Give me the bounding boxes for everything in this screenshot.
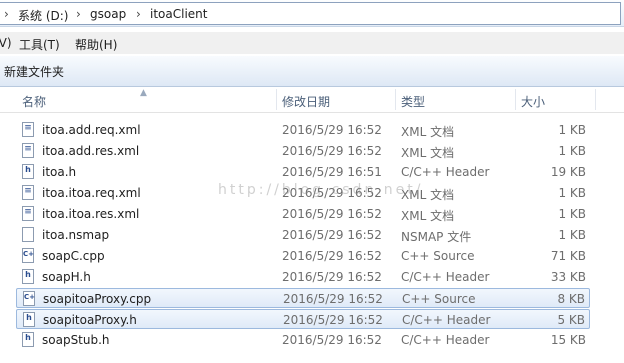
file-type: XML 文档 bbox=[401, 125, 455, 139]
file-size: 33 KB bbox=[550, 270, 586, 284]
file-name: itoa.itoa.res.xml bbox=[42, 207, 140, 221]
breadcrumb-separator[interactable]: › bbox=[76, 7, 81, 21]
column-header-size[interactable]: 大小 bbox=[521, 93, 545, 110]
address-box[interactable]: › 系统 (D:) › gsoap › itoaClient bbox=[0, 2, 621, 25]
header-file-icon bbox=[22, 164, 34, 179]
file-type: C/C++ Header bbox=[401, 333, 490, 347]
file-date: 2016/5/29 16:52 bbox=[282, 249, 382, 263]
menu-view[interactable]: (V) bbox=[0, 36, 12, 50]
file-row[interactable]: itoa.add.res.xml 2016/5/29 16:52 XML 文档 … bbox=[16, 141, 590, 161]
file-size: 71 KB bbox=[550, 249, 586, 263]
file-size: 8 KB bbox=[557, 292, 585, 306]
file-icon bbox=[22, 227, 34, 242]
sort-ascending-icon: ▲ bbox=[140, 88, 147, 98]
column-header-type[interactable]: 类型 bbox=[401, 93, 425, 110]
breadcrumb-itoaclient[interactable]: itoaClient bbox=[150, 7, 207, 21]
file-type: XML 文档 bbox=[401, 209, 455, 223]
file-name: soapC.cpp bbox=[42, 249, 105, 263]
file-row-selected[interactable]: soapitoaProxy.h 2016/5/29 16:52 C/C++ He… bbox=[16, 309, 590, 329]
column-divider[interactable] bbox=[276, 89, 277, 110]
file-name: itoa.h bbox=[42, 165, 77, 179]
file-date: 2016/5/29 16:52 bbox=[282, 144, 382, 158]
file-date: 2016/5/29 16:52 bbox=[283, 313, 383, 327]
file-type: C++ Source bbox=[402, 292, 476, 306]
file-type: C/C++ Header bbox=[401, 165, 490, 179]
file-type: NSMAP 文件 bbox=[401, 230, 472, 244]
file-date: 2016/5/29 16:52 bbox=[283, 292, 383, 306]
file-row[interactable]: itoa.h 2016/5/29 16:51 C/C++ Header 19 K… bbox=[16, 162, 590, 182]
column-headers: ▲ 名称 修改日期 类型 大小 bbox=[0, 87, 624, 113]
file-size: 15 KB bbox=[550, 333, 586, 347]
column-divider[interactable] bbox=[515, 89, 516, 110]
menu-help[interactable]: 帮助(H) bbox=[75, 36, 117, 53]
file-type: XML 文档 bbox=[401, 146, 455, 160]
file-name: itoa.nsmap bbox=[42, 228, 110, 242]
file-date: 2016/5/29 16:52 bbox=[282, 270, 382, 284]
header-file-icon bbox=[22, 332, 34, 347]
file-name: soapH.h bbox=[42, 270, 91, 284]
header-file-icon bbox=[23, 312, 35, 327]
xml-file-icon bbox=[22, 185, 34, 200]
file-date: 2016/5/29 16:52 bbox=[282, 228, 382, 242]
command-bar: 新建文件夹 bbox=[0, 56, 624, 87]
file-date: 2016/5/29 16:52 bbox=[282, 123, 382, 137]
file-date: 2016/5/29 16:52 bbox=[282, 333, 382, 347]
column-header-name[interactable]: 名称 bbox=[22, 93, 46, 110]
xml-file-icon bbox=[22, 143, 34, 158]
cpp-file-icon bbox=[22, 248, 34, 263]
file-row[interactable]: soapH.h 2016/5/29 16:52 C/C++ Header 33 … bbox=[16, 267, 590, 287]
header-file-icon bbox=[22, 269, 34, 284]
xml-file-icon bbox=[22, 122, 34, 137]
file-row[interactable]: itoa.itoa.res.xml 2016/5/29 16:52 XML 文档… bbox=[16, 204, 590, 224]
file-row[interactable]: itoa.nsmap 2016/5/29 16:52 NSMAP 文件 1 KB bbox=[16, 225, 590, 245]
breadcrumb-drive[interactable]: 系统 (D:) bbox=[18, 7, 68, 24]
breadcrumb-separator[interactable]: › bbox=[136, 7, 141, 21]
file-size: 1 KB bbox=[558, 228, 586, 242]
breadcrumb-separator[interactable]: › bbox=[4, 7, 9, 21]
address-bar[interactable]: › 系统 (D:) › gsoap › itoaClient bbox=[0, 0, 624, 27]
file-name: soapitoaProxy.cpp bbox=[43, 292, 152, 306]
file-name: itoa.add.res.xml bbox=[42, 144, 140, 158]
file-type: C/C++ Header bbox=[402, 313, 491, 327]
file-type: C++ Source bbox=[401, 249, 475, 263]
file-size: 5 KB bbox=[557, 313, 585, 327]
file-size: 1 KB bbox=[558, 207, 586, 221]
cpp-file-icon bbox=[23, 291, 35, 306]
file-size: 1 KB bbox=[558, 186, 586, 200]
watermark: http://blog.csdn.net/ bbox=[218, 182, 424, 198]
file-date: 2016/5/29 16:52 bbox=[282, 207, 382, 221]
xml-file-icon bbox=[22, 206, 34, 221]
column-header-date[interactable]: 修改日期 bbox=[282, 93, 330, 110]
file-name: soapitoaProxy.h bbox=[43, 313, 137, 327]
file-size: 1 KB bbox=[558, 144, 586, 158]
menu-bar: (V) 工具(T) 帮助(H) bbox=[0, 32, 624, 54]
new-folder-button[interactable]: 新建文件夹 bbox=[4, 63, 64, 80]
column-divider[interactable] bbox=[395, 89, 396, 110]
column-divider[interactable] bbox=[595, 89, 596, 110]
file-size: 1 KB bbox=[558, 123, 586, 137]
file-date: 2016/5/29 16:51 bbox=[282, 165, 382, 179]
file-row[interactable]: soapC.cpp 2016/5/29 16:52 C++ Source 71 … bbox=[16, 246, 590, 266]
file-type: C/C++ Header bbox=[401, 270, 490, 284]
breadcrumb-gsoap[interactable]: gsoap bbox=[90, 7, 126, 21]
file-row-selected[interactable]: soapitoaProxy.cpp 2016/5/29 16:52 C++ So… bbox=[16, 288, 590, 308]
file-row[interactable]: soapStub.h 2016/5/29 16:52 C/C++ Header … bbox=[16, 330, 590, 350]
file-size: 19 KB bbox=[550, 165, 586, 179]
file-name: itoa.itoa.req.xml bbox=[42, 186, 141, 200]
file-row[interactable]: itoa.add.req.xml 2016/5/29 16:52 XML 文档 … bbox=[16, 120, 590, 140]
file-name: soapStub.h bbox=[42, 333, 110, 347]
menu-tools[interactable]: 工具(T) bbox=[19, 36, 60, 53]
file-name: itoa.add.req.xml bbox=[42, 123, 141, 137]
